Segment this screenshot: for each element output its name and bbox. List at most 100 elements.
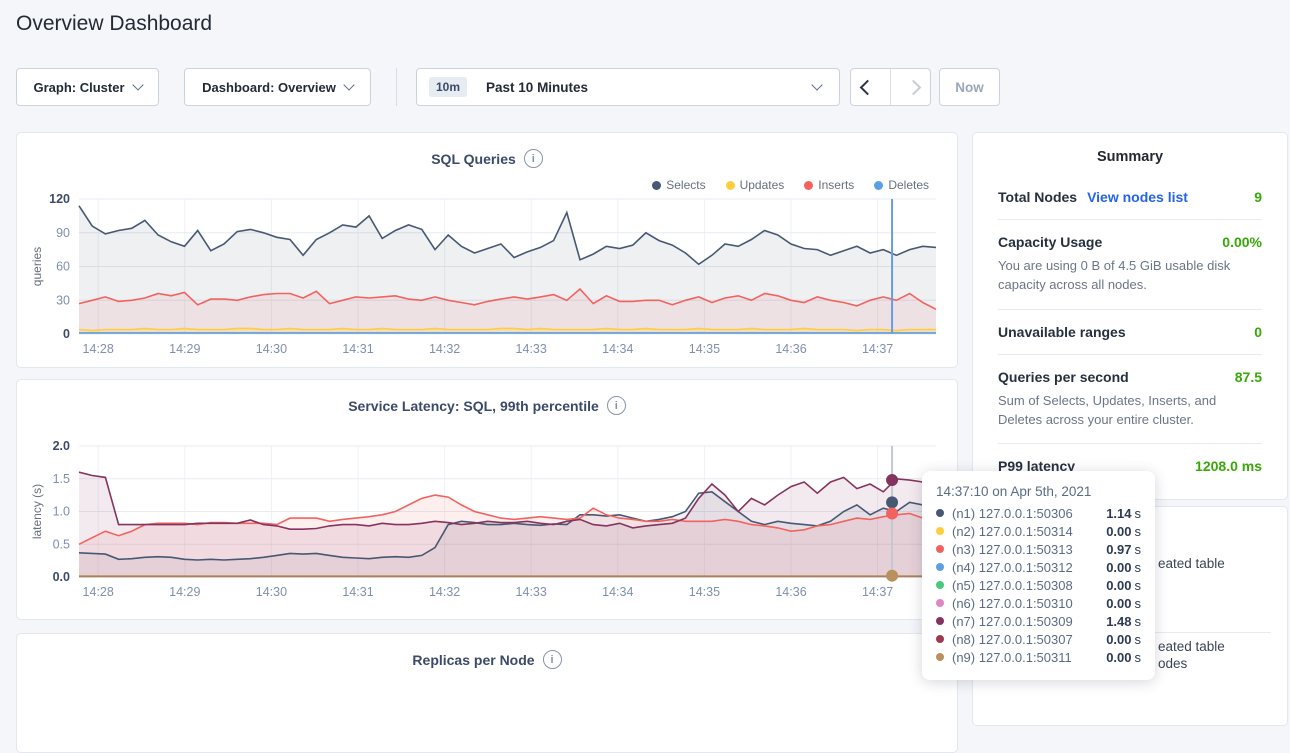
- series-dot: [936, 581, 944, 589]
- series-dot: [936, 635, 944, 643]
- replicas-panel: Replicas per Node i: [16, 633, 958, 753]
- tooltip-row-n5: (n5) 127.0.0.1:503080.00s: [936, 576, 1141, 594]
- capacity-desc: You are using 0 B of 4.5 GiB usable disk…: [998, 257, 1262, 295]
- info-icon[interactable]: i: [524, 149, 543, 168]
- chart-hover-tooltip: 14:37:10 on Apr 5th, 2021 (n1) 127.0.0.1…: [922, 471, 1155, 680]
- svg-text:1.5: 1.5: [53, 472, 70, 486]
- unavailable-label: Unavailable ranges: [998, 324, 1126, 340]
- svg-text:14:35: 14:35: [689, 342, 720, 356]
- summary-row-capacity: Capacity Usage 0.00%: [998, 234, 1262, 250]
- latency-chart[interactable]: 14:28 14:29 14:30 14:31 14:32 14:33 14:34 14:35…: [17, 436, 959, 621]
- series-dot: [936, 599, 944, 607]
- dashboard-dropdown[interactable]: Dashboard: Overview: [184, 68, 371, 106]
- event-item-text: odes: [1158, 656, 1187, 671]
- summary-panel: Summary Total Nodes View nodes list 9 Ca…: [972, 132, 1288, 500]
- page-title: Overview Dashboard: [16, 12, 212, 36]
- chevron-down-icon: [132, 79, 143, 90]
- tooltip-row-n6: (n6) 127.0.0.1:503100.00s: [936, 594, 1141, 612]
- svg-text:14:30: 14:30: [256, 585, 287, 599]
- svg-text:90: 90: [56, 226, 70, 240]
- time-step-buttons: [850, 68, 931, 106]
- svg-text:14:29: 14:29: [169, 585, 200, 599]
- svg-text:14:37: 14:37: [862, 342, 893, 356]
- series-dot: [936, 509, 944, 517]
- svg-text:14:28: 14:28: [83, 342, 114, 356]
- tooltip-timestamp: 14:37:10 on Apr 5th, 2021: [936, 484, 1141, 499]
- tooltip-row-n1: (n1) 127.0.0.1:503061.14s: [936, 504, 1141, 522]
- chevron-down-icon: [343, 79, 354, 90]
- now-button[interactable]: Now: [939, 68, 1000, 106]
- divider: [998, 443, 1262, 444]
- svg-text:0.0: 0.0: [53, 570, 70, 584]
- next-time-button[interactable]: [900, 69, 930, 105]
- series-dot: [936, 563, 944, 571]
- tooltip-row-n2: (n2) 127.0.0.1:503140.00s: [936, 522, 1141, 540]
- prev-time-button[interactable]: [851, 69, 881, 105]
- sql-queries-chart[interactable]: 14:28 14:29 14:30 14:31 14:32 14:33 14:34 14:35…: [17, 189, 959, 369]
- summary-row-total-nodes: Total Nodes View nodes list 9: [998, 189, 1262, 205]
- svg-text:0.5: 0.5: [53, 537, 70, 551]
- unavailable-value: 0: [1254, 324, 1262, 340]
- svg-text:30: 30: [56, 293, 70, 307]
- latency-title-text: Service Latency: SQL, 99th percentile: [348, 398, 599, 414]
- view-nodes-list-link[interactable]: View nodes list: [1087, 189, 1188, 205]
- svg-text:1.0: 1.0: [53, 505, 70, 519]
- tooltip-row-n7: (n7) 127.0.0.1:503091.48s: [936, 612, 1141, 630]
- divider: [998, 354, 1262, 355]
- graph-scope-dropdown[interactable]: Graph: Cluster: [16, 68, 159, 106]
- chevron-down-icon: [811, 79, 822, 90]
- graph-scope-label: Graph: Cluster: [33, 80, 124, 95]
- svg-text:14:33: 14:33: [516, 342, 547, 356]
- svg-text:14:32: 14:32: [429, 342, 460, 356]
- time-range-label: Past 10 Minutes: [486, 80, 588, 95]
- svg-text:14:33: 14:33: [516, 585, 547, 599]
- header-divider: [396, 68, 397, 106]
- svg-text:14:34: 14:34: [602, 585, 633, 599]
- latency-panel: Service Latency: SQL, 99th percentile i …: [16, 379, 958, 620]
- chevron-right-icon: [906, 79, 922, 95]
- capacity-label: Capacity Usage: [998, 234, 1102, 250]
- info-icon[interactable]: i: [543, 650, 562, 669]
- svg-text:14:32: 14:32: [429, 585, 460, 599]
- sql-queries-title: SQL Queries i: [17, 133, 957, 168]
- dashboard-label: Dashboard: Overview: [202, 80, 336, 95]
- svg-text:latency (s): latency (s): [30, 484, 44, 539]
- now-label: Now: [955, 80, 984, 95]
- summary-title: Summary: [998, 149, 1262, 165]
- svg-text:14:34: 14:34: [602, 342, 633, 356]
- qps-desc: Sum of Selects, Updates, Inserts, and De…: [998, 392, 1262, 430]
- time-range-dropdown[interactable]: 10m Past 10 Minutes: [416, 68, 840, 106]
- sql-queries-title-text: SQL Queries: [431, 151, 516, 167]
- chevron-left-icon: [860, 79, 876, 95]
- info-icon[interactable]: i: [607, 396, 626, 415]
- latency-title: Service Latency: SQL, 99th percentile i: [17, 380, 957, 415]
- svg-text:60: 60: [56, 260, 70, 274]
- series-dot: [936, 527, 944, 535]
- tooltip-row-n4: (n4) 127.0.0.1:503120.00s: [936, 558, 1141, 576]
- svg-text:queries: queries: [30, 247, 44, 286]
- divider: [998, 219, 1262, 220]
- sql-queries-panel: SQL Queries i Selects Updates Inserts De…: [16, 132, 958, 368]
- capacity-value: 0.00%: [1222, 234, 1262, 250]
- svg-text:14:31: 14:31: [342, 585, 373, 599]
- tooltip-row-n3: (n3) 127.0.0.1:503130.97s: [936, 540, 1141, 558]
- svg-text:14:29: 14:29: [169, 342, 200, 356]
- tooltip-row-n9: (n9) 127.0.0.1:503110.00s: [936, 648, 1141, 666]
- qps-value: 87.5: [1235, 369, 1262, 385]
- time-range-badge: 10m: [429, 77, 467, 97]
- divider: [998, 309, 1262, 310]
- svg-text:14:31: 14:31: [342, 342, 373, 356]
- svg-text:14:37: 14:37: [862, 585, 893, 599]
- replicas-title-text: Replicas per Node: [412, 652, 534, 668]
- svg-text:14:30: 14:30: [256, 342, 287, 356]
- series-dot: [936, 653, 944, 661]
- summary-row-unavailable: Unavailable ranges 0: [998, 324, 1262, 340]
- total-nodes-value: 9: [1254, 189, 1262, 205]
- qps-label: Queries per second: [998, 369, 1129, 385]
- svg-text:14:35: 14:35: [689, 585, 720, 599]
- svg-text:14:36: 14:36: [775, 342, 806, 356]
- event-item-text: eated table: [1158, 639, 1225, 654]
- svg-text:14:28: 14:28: [83, 585, 114, 599]
- summary-row-qps: Queries per second 87.5: [998, 369, 1262, 385]
- tooltip-row-n8: (n8) 127.0.0.1:503070.00s: [936, 630, 1141, 648]
